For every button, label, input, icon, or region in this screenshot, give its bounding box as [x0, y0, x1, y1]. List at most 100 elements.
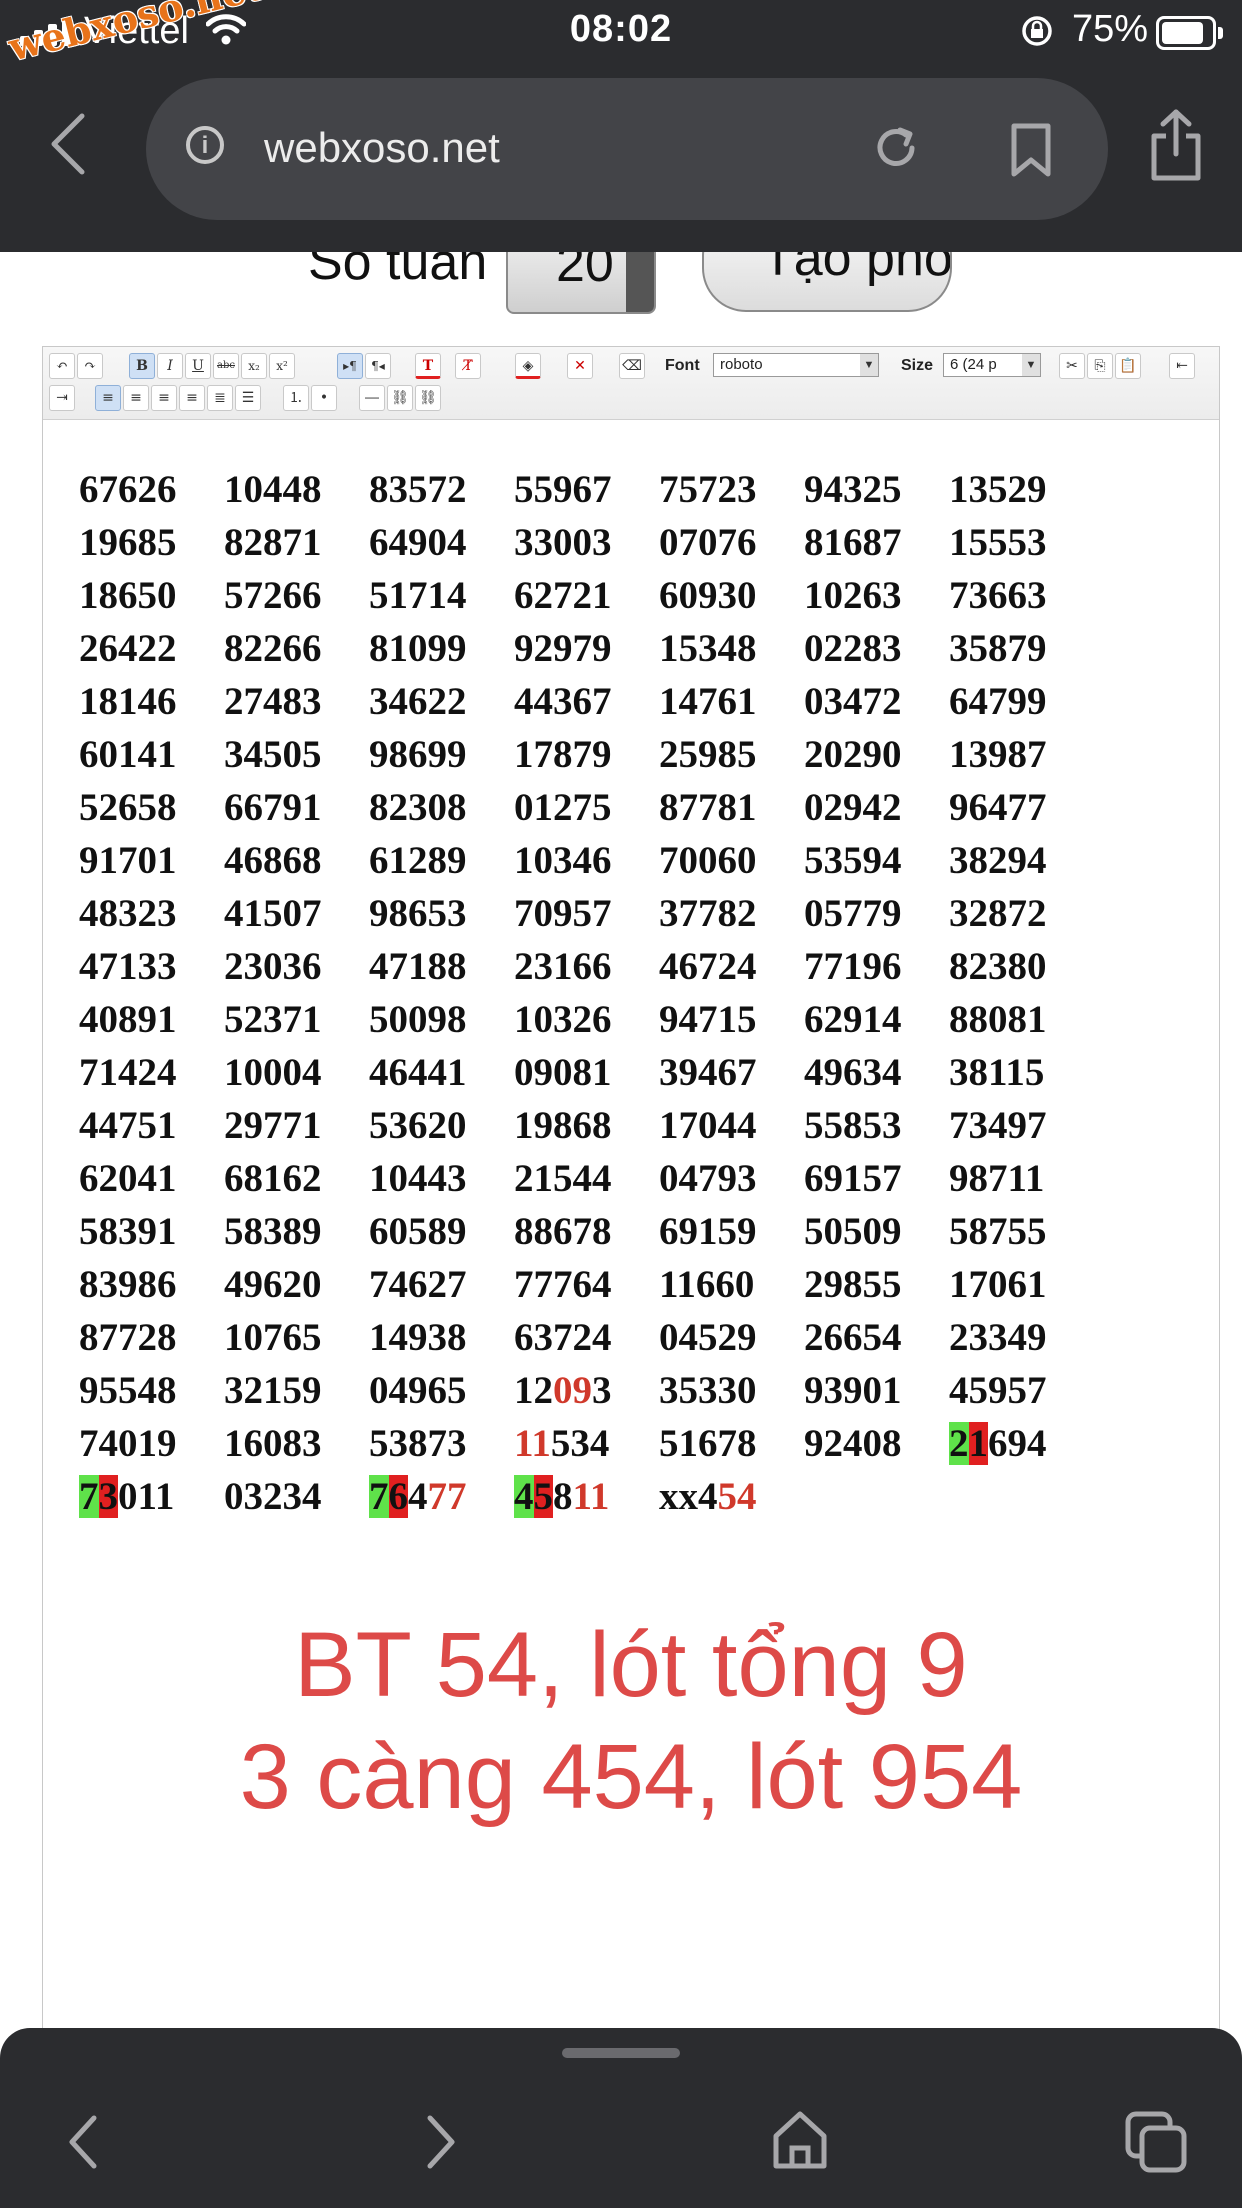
subscript-icon[interactable]: x₂ [241, 353, 267, 379]
number-grid: 67626 10448 83572 55967 75723 94325 13529 19685… [79, 467, 1094, 1527]
number-cell: 73011 [79, 1475, 175, 1518]
number-cell: 17061 [949, 1263, 1047, 1306]
url-text[interactable]: webxoso.net [264, 124, 500, 172]
number-cell: 93901 [804, 1369, 902, 1412]
number-cell: 50098 [369, 998, 467, 1041]
number-cell: 92408 [804, 1422, 902, 1465]
link-icon[interactable]: ⛓ [387, 385, 413, 411]
align-left-icon[interactable]: ≡ [95, 385, 121, 411]
number-cell: 14761 [659, 680, 757, 723]
ltr-icon[interactable]: ▸¶ [337, 353, 363, 379]
number-cell: 46441 [369, 1051, 467, 1094]
number-cell: 74627 [369, 1263, 467, 1306]
week-select[interactable]: 20 [506, 252, 656, 314]
drag-handle[interactable] [562, 2048, 680, 2058]
reload-icon[interactable] [870, 122, 922, 174]
rotation-lock-icon [1022, 16, 1052, 46]
info-icon[interactable]: i [186, 126, 224, 164]
outdent-icon[interactable]: ⇤ [1169, 353, 1195, 379]
number-row: 95548 32159 04965 12093 35330 93901 45957 [79, 1368, 1094, 1421]
number-cell: 64904 [369, 521, 467, 564]
remove-format-icon[interactable]: T̸ [455, 353, 481, 379]
note-line-2: 3 càng 454, lót 954 [239, 1726, 1023, 1828]
rich-text-editor[interactable]: ↶ ↷ B I U abc x₂ x² ▸¶ ¶◂ T T̸ ◈ ✕ ⌫ Fon… [42, 346, 1220, 2046]
number-cell: 61289 [369, 839, 467, 882]
browser-back-icon[interactable] [46, 112, 90, 176]
number-cell: 44751 [79, 1104, 177, 1147]
number-cell: 46868 [224, 839, 322, 882]
font-select[interactable]: roboto [713, 353, 879, 377]
number-cell: 58755 [949, 1210, 1047, 1253]
chevron-down-icon[interactable] [626, 252, 654, 312]
copy-icon[interactable]: ⎘ [1087, 353, 1113, 379]
number-cell: 51678 [659, 1422, 757, 1465]
number-cell: 26422 [79, 627, 177, 670]
number-cell: 04965 [369, 1369, 467, 1412]
number-cell: 09081 [514, 1051, 612, 1094]
text-color-icon[interactable]: T [415, 353, 441, 379]
clear-color-icon[interactable]: ✕ [567, 353, 593, 379]
share-icon[interactable] [1148, 108, 1204, 184]
bold-icon[interactable]: B [129, 353, 155, 379]
address-bar[interactable]: i webxoso.net [146, 78, 1108, 220]
number-row: 83986 49620 74627 77764 11660 29855 17061 [79, 1262, 1094, 1315]
unlink-icon[interactable]: ⛓ [415, 385, 441, 411]
number-cell: 10765 [224, 1316, 322, 1359]
justify-all-icon[interactable]: ☰ [235, 385, 261, 411]
number-row: 18650 57266 51714 62721 60930 10263 73663 [79, 573, 1094, 626]
back-icon[interactable] [66, 2114, 100, 2170]
strikethrough-icon[interactable]: abc [213, 353, 239, 379]
create-button[interactable]: Tạo phổ [702, 252, 952, 312]
number-row: 19685 82871 64904 33003 07076 81687 15553 [79, 520, 1094, 573]
italic-icon[interactable]: I [157, 353, 183, 379]
number-row: 67626 10448 83572 55967 75723 94325 13529 [79, 467, 1094, 520]
number-cell: 81099 [369, 627, 467, 670]
paste-icon[interactable]: 📋 [1115, 353, 1141, 379]
tabs-icon[interactable] [1124, 2110, 1190, 2174]
fill-color-icon[interactable]: ◈ [515, 353, 541, 379]
rtl-icon[interactable]: ¶◂ [365, 353, 391, 379]
align-right-icon[interactable]: ≡ [179, 385, 205, 411]
underline-icon[interactable]: U [185, 353, 211, 379]
number-cell: 71424 [79, 1051, 177, 1094]
number-cell: 34622 [369, 680, 467, 723]
number-row: 18146 27483 34622 44367 14761 03472 64799 [79, 679, 1094, 732]
justify-icon[interactable]: ≣ [207, 385, 233, 411]
number-cell: 73497 [949, 1104, 1047, 1147]
font-label: Font [665, 357, 700, 374]
ordered-list-icon[interactable]: ⒈ [283, 385, 309, 411]
number-cell: 81687 [804, 521, 902, 564]
size-select[interactable]: 6 (24 p [943, 353, 1041, 377]
number-cell: 68162 [224, 1157, 322, 1200]
number-cell: 13987 [949, 733, 1047, 776]
number-cell: 52658 [79, 786, 177, 829]
eraser-icon[interactable]: ⌫ [619, 353, 645, 379]
home-icon[interactable] [770, 2108, 830, 2172]
number-cell: 04529 [659, 1316, 757, 1359]
number-cell: 10326 [514, 998, 612, 1041]
horizontal-rule-icon[interactable]: ― [359, 385, 385, 411]
number-cell: 16083 [224, 1422, 322, 1465]
number-cell: 33003 [514, 521, 612, 564]
number-cell: 10263 [804, 574, 902, 617]
bookmark-icon[interactable] [1008, 122, 1054, 178]
indent-icon[interactable]: ⇥ [49, 385, 75, 411]
align-center-icon[interactable]: ≡ [151, 385, 177, 411]
number-cell: 98699 [369, 733, 467, 776]
superscript-icon[interactable]: x² [269, 353, 295, 379]
number-cell: 64799 [949, 680, 1047, 723]
number-cell: 35330 [659, 1369, 757, 1412]
cut-icon[interactable]: ✂ [1059, 353, 1085, 379]
number-row: 71424 10004 46441 09081 39467 49634 38115 [79, 1050, 1094, 1103]
align-left-alt-icon[interactable]: ≡ [123, 385, 149, 411]
create-button-label: Tạo phổ [762, 252, 952, 287]
forward-icon[interactable] [424, 2114, 458, 2170]
unordered-list-icon[interactable]: • [311, 385, 337, 411]
number-cell: 38294 [949, 839, 1047, 882]
undo-icon[interactable]: ↶ [49, 353, 75, 379]
number-cell: 70060 [659, 839, 757, 882]
number-cell: 11534 [514, 1422, 610, 1465]
number-cell: 95548 [79, 1369, 177, 1412]
redo-icon[interactable]: ↷ [77, 353, 103, 379]
number-cell: 70957 [514, 892, 612, 935]
